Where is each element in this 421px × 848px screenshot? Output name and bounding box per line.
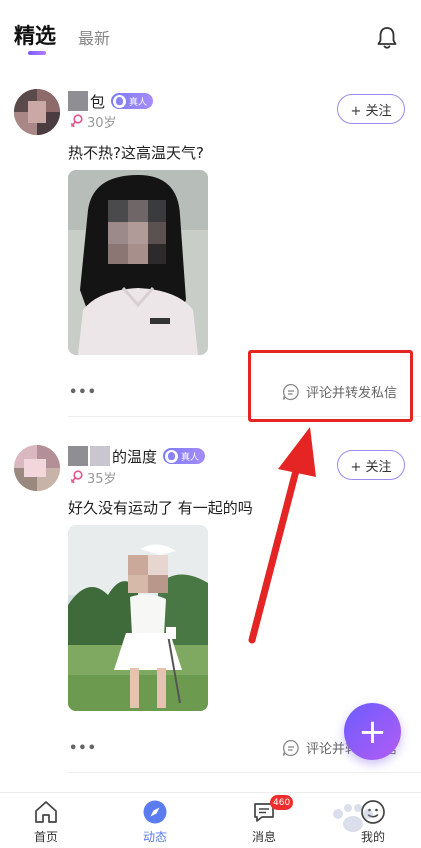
nav-item-messages[interactable]: 460 消息	[234, 795, 294, 845]
nav-item-home[interactable]: 首页	[16, 799, 76, 845]
avatar[interactable]	[14, 89, 60, 135]
follow-button[interactable]: + 关注	[337, 94, 405, 124]
person-icon	[165, 449, 179, 463]
annotation-highlight-box	[248, 350, 413, 422]
age-text: 30岁	[87, 116, 117, 131]
username[interactable]: 的温度 真人	[68, 445, 206, 467]
photo-golf-player	[68, 525, 208, 711]
compass-icon	[143, 800, 167, 824]
verified-badge-label: 真人	[129, 97, 148, 108]
female-icon	[70, 114, 83, 128]
female-icon	[70, 470, 83, 484]
tab-latest[interactable]: 最新	[78, 25, 110, 49]
unread-count-badge: 460	[270, 795, 294, 810]
blurred-name	[68, 91, 88, 111]
home-icon	[35, 801, 57, 823]
post-text: 热不热?这高温天气?	[68, 144, 204, 162]
annotation-arrow	[248, 427, 316, 644]
post-divider	[68, 772, 421, 773]
nav-label: 动态	[142, 830, 167, 844]
post-image[interactable]	[68, 525, 208, 711]
comment-icon	[282, 739, 299, 756]
top-header: 精选 最新	[0, 0, 421, 72]
nav-label: 消息	[251, 830, 276, 844]
verified-badge-label: 真人	[181, 452, 200, 463]
verified-badge: 真人	[163, 448, 206, 464]
nav-item-feed[interactable]: 动态	[125, 799, 185, 845]
age-text: 35岁	[87, 472, 117, 487]
avatar[interactable]	[14, 445, 60, 491]
create-post-button[interactable]: +	[344, 703, 401, 760]
post-text: 好久没有运动了 有一起的吗	[68, 499, 253, 517]
nav-label: 首页	[33, 830, 58, 844]
active-tab-indicator	[28, 51, 46, 55]
follow-button[interactable]: + 关注	[337, 450, 405, 480]
username-text: 的温度	[112, 447, 158, 466]
username[interactable]: 包 真人	[68, 90, 154, 112]
blurred-name	[68, 446, 88, 466]
tab-featured[interactable]: 精选	[14, 20, 56, 50]
blurred-name	[90, 446, 110, 466]
photo-girl-selfie	[68, 170, 208, 355]
bell-icon[interactable]	[376, 26, 398, 50]
age-info: 30岁	[70, 112, 117, 131]
more-options[interactable]: •••	[69, 385, 97, 400]
verified-badge: 真人	[111, 93, 154, 109]
more-options[interactable]: •••	[69, 741, 97, 756]
post-image[interactable]	[68, 170, 208, 355]
username-text: 包	[90, 92, 106, 111]
age-info: 35岁	[70, 468, 117, 487]
paw-watermark-icon	[333, 804, 373, 832]
person-icon	[113, 94, 127, 108]
